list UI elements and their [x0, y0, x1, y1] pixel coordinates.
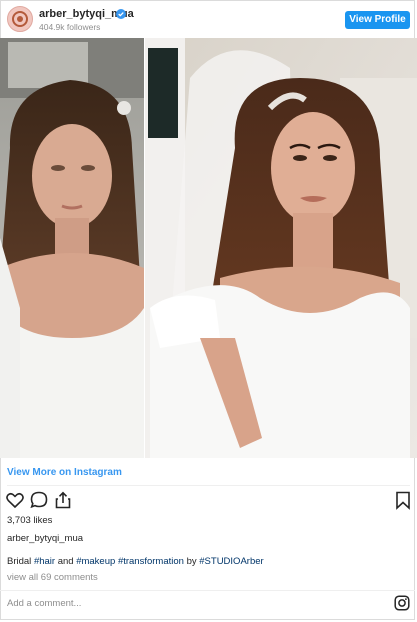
add-comment-input[interactable]: Add a comment...	[7, 598, 81, 609]
avatar[interactable]	[7, 6, 33, 32]
divider	[7, 485, 410, 486]
followers-count: 404.9k followers	[39, 22, 101, 32]
post-header: arber_bytyqi_mua 404.9k followers View P…	[0, 0, 417, 38]
caption-text: and	[55, 556, 77, 567]
share-icon[interactable]	[53, 490, 73, 510]
instagram-icon[interactable]	[394, 595, 410, 611]
post-image[interactable]	[0, 38, 417, 458]
post-caption: Bridal #hair and #makeup #transformation…	[7, 556, 264, 567]
bookmark-icon[interactable]	[393, 490, 413, 510]
likes-count[interactable]: 3,703 likes	[7, 515, 52, 526]
comment-icon[interactable]	[29, 490, 49, 510]
hashtag-link[interactable]: #transformation	[118, 556, 184, 567]
hashtag-link[interactable]: #hair	[34, 556, 55, 567]
post-owner[interactable]: arber_bytyqi_mua	[7, 533, 83, 544]
verified-badge-icon	[116, 9, 126, 19]
view-comments-link[interactable]: view all 69 comments	[7, 572, 98, 583]
caption-text: by	[183, 556, 200, 567]
view-profile-button[interactable]: View Profile	[345, 11, 410, 29]
view-more-link[interactable]: View More on Instagram	[7, 467, 122, 478]
hashtag-link[interactable]: #STUDIOArber	[199, 556, 263, 567]
heart-icon[interactable]	[5, 490, 25, 510]
divider	[0, 590, 415, 591]
hashtag-link[interactable]: #makeup	[76, 556, 115, 567]
caption-text: Bridal	[7, 556, 34, 567]
action-bar	[0, 490, 417, 512]
